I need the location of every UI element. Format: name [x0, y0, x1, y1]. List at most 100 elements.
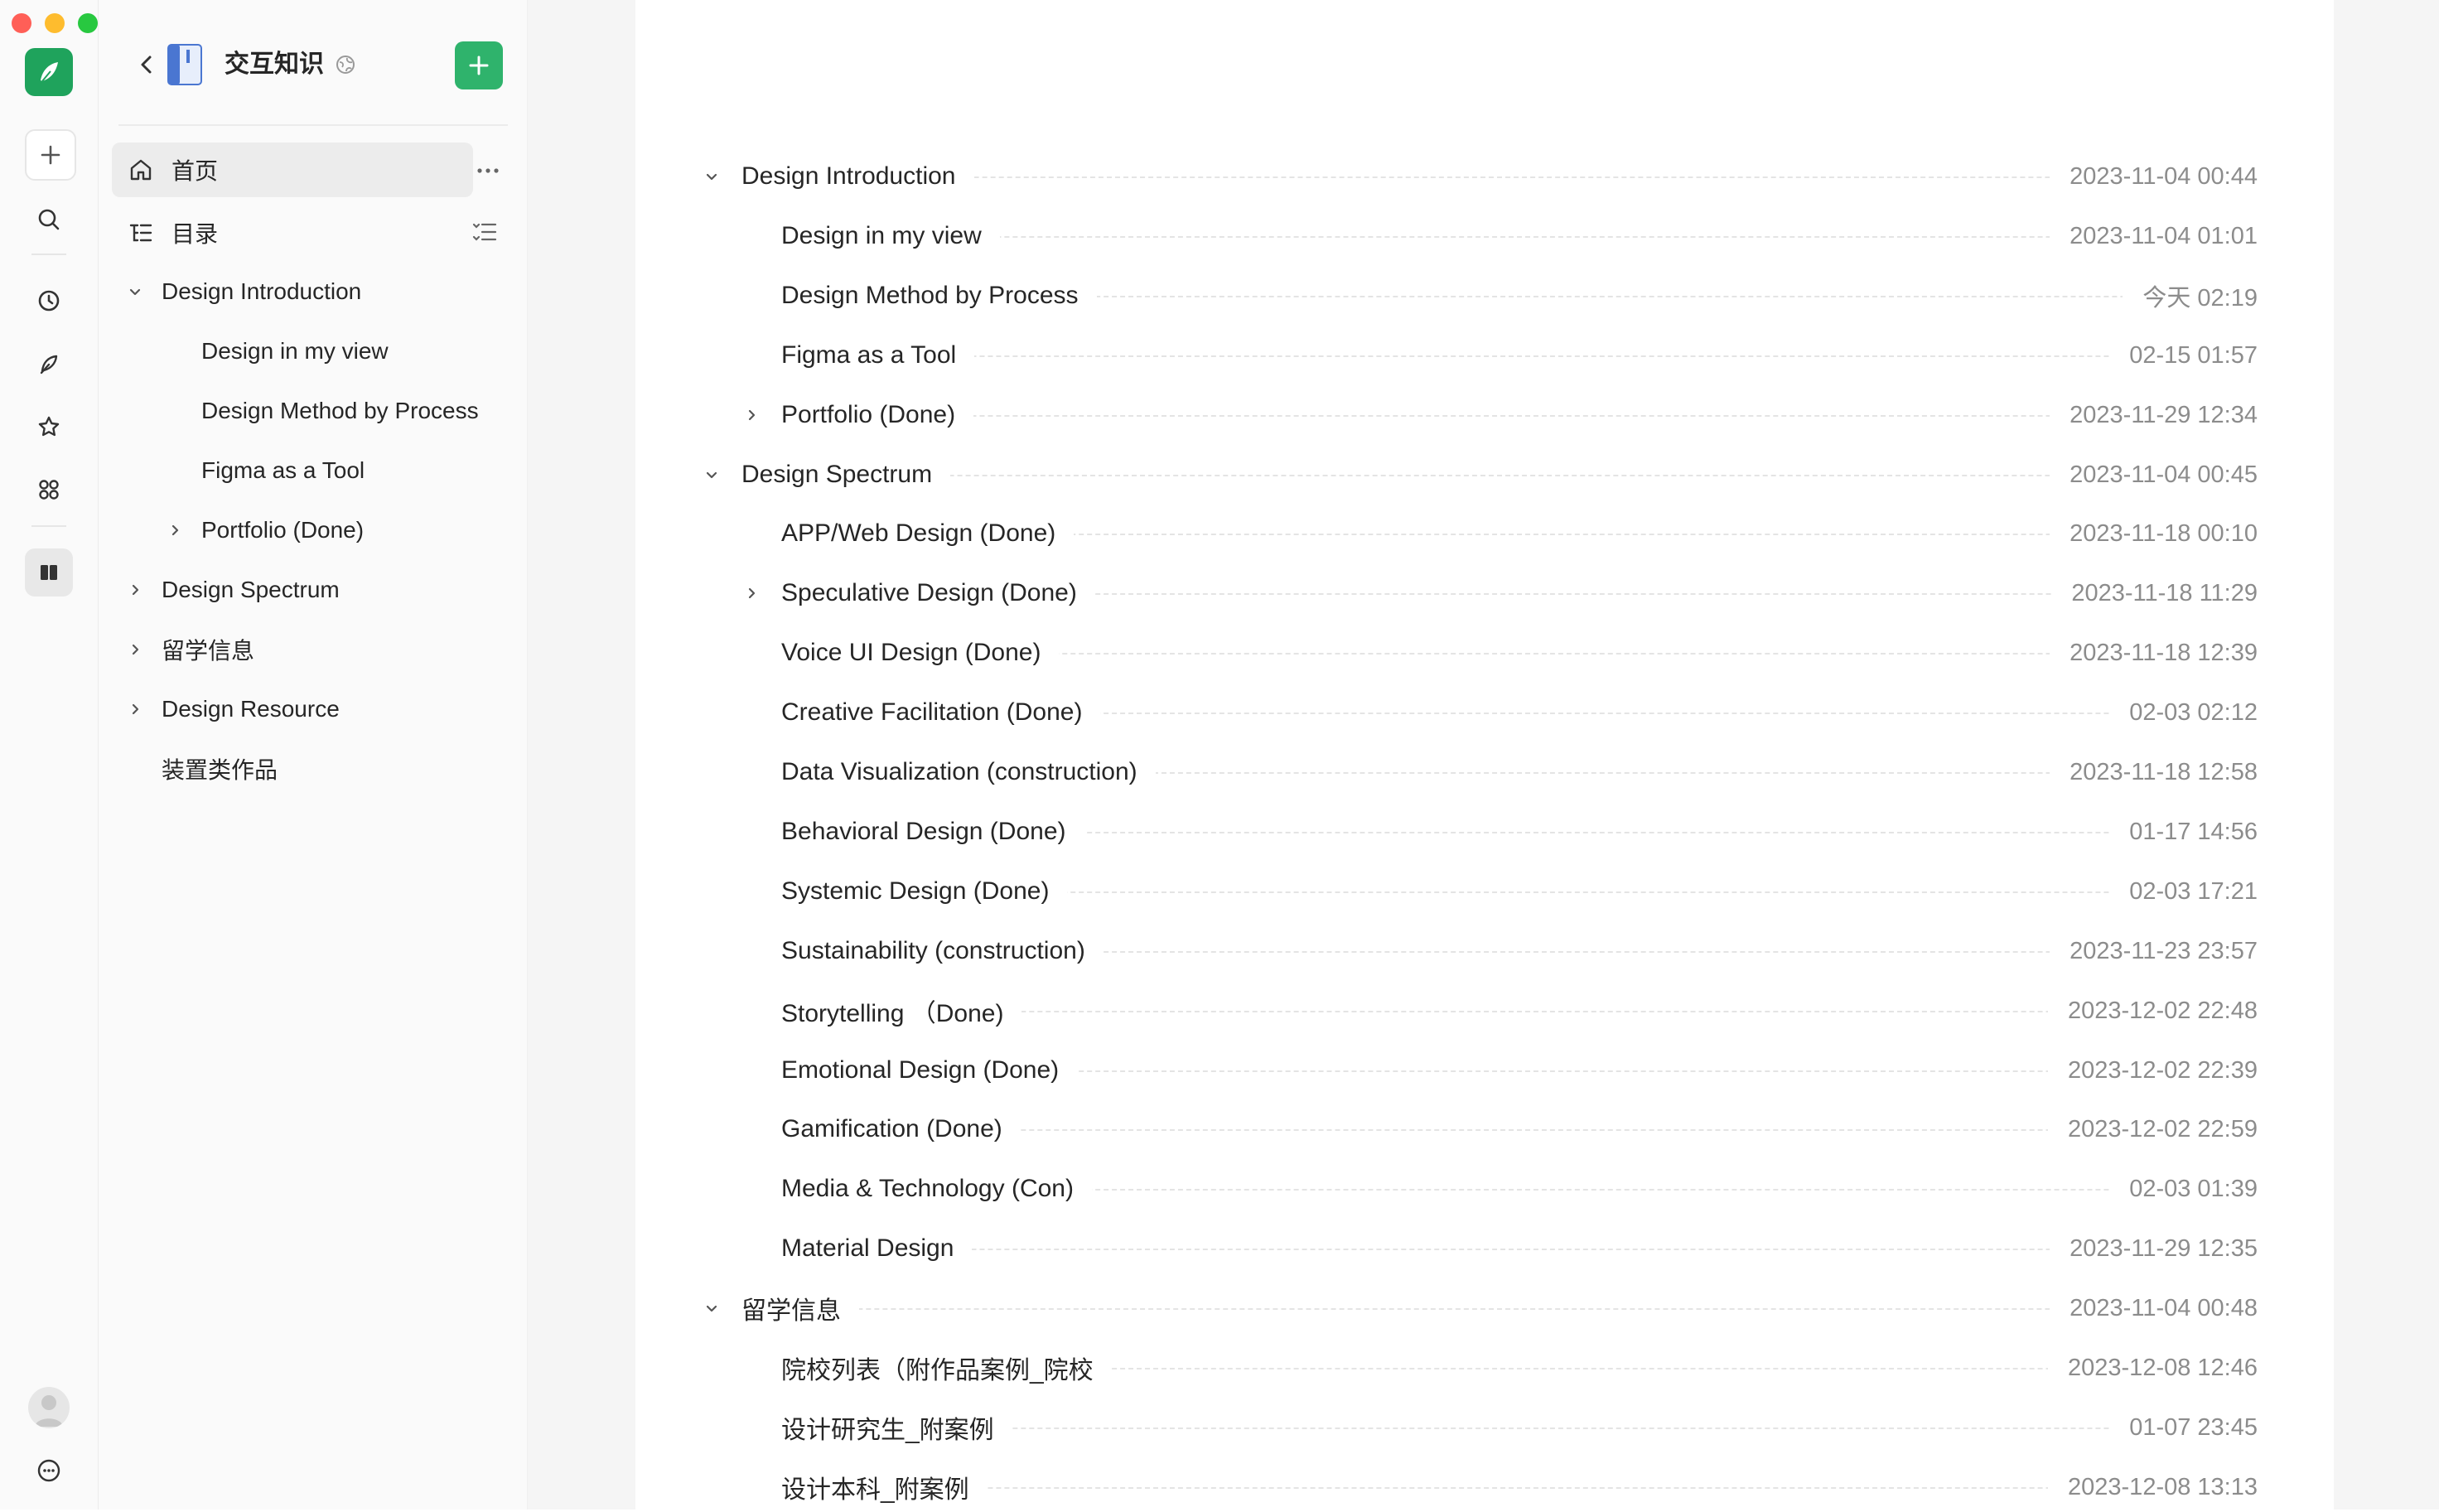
toc-title[interactable]: Figma as a Tool — [781, 341, 975, 370]
toc-title[interactable]: Behavioral Design (Done) — [781, 818, 1084, 846]
tree-item-label: Design Introduction — [162, 278, 362, 304]
toc-title[interactable]: Gamification (Done) — [781, 1115, 1021, 1143]
sidebar-item-home[interactable]: 首页 — [112, 143, 473, 197]
dotted-leader — [741, 475, 2258, 476]
more-horizontal-icon[interactable] — [471, 154, 505, 187]
clock-icon[interactable] — [25, 277, 73, 325]
toc-row[interactable]: Design Introduction 2023-11-04 00:44 — [702, 152, 2258, 201]
window-minimize-button[interactable] — [45, 13, 65, 33]
toc-title[interactable]: Design in my view — [781, 222, 1000, 250]
plus-icon[interactable] — [25, 129, 76, 181]
sidebar-item-toc[interactable]: 目录 — [112, 205, 473, 260]
toc-title[interactable]: 院校列表（附作品案例_院校 — [781, 1350, 1112, 1386]
chevron-right-icon[interactable] — [125, 640, 145, 659]
apps-icon[interactable] — [25, 466, 73, 514]
knowledge-book-icon — [167, 41, 203, 88]
toc-row[interactable]: 留学信息 2023-11-04 00:48 — [702, 1283, 2258, 1333]
toc-title[interactable]: Voice UI Design (Done) — [781, 639, 1060, 667]
chevron-right-icon[interactable] — [125, 699, 145, 719]
toc-row[interactable]: Design Spectrum 2023-11-04 00:45 — [702, 450, 2258, 500]
toc-title[interactable]: Media & Technology (Con) — [781, 1175, 1092, 1203]
toc-title[interactable]: Speculative Design (Done) — [781, 579, 1095, 607]
chevron-down-icon[interactable] — [702, 465, 722, 485]
toc-date: 02-15 01:57 — [2109, 341, 2258, 370]
star-icon[interactable] — [25, 403, 73, 451]
toc-date: 02-03 01:39 — [2109, 1175, 2258, 1203]
toc-row[interactable]: APP/Web Design (Done) 2023-11-18 00:10 — [702, 509, 2258, 558]
tree-item-label: 留学信息 — [162, 638, 255, 664]
toc-row[interactable]: Gamification (Done) 2023-12-02 22:59 — [702, 1104, 2258, 1154]
toc-row[interactable]: Creative Facilitation (Done) 02-03 02:12 — [702, 688, 2258, 737]
rail-divider — [31, 254, 66, 255]
avatar-icon[interactable] — [28, 1387, 70, 1428]
tree-item[interactable]: Design Resource — [99, 684, 513, 734]
toc-date: 01-07 23:45 — [2109, 1413, 2258, 1442]
toc-row[interactable]: 院校列表（附作品案例_院校 2023-12-08 12:46 — [702, 1343, 2258, 1393]
chevron-right-icon[interactable] — [125, 580, 145, 600]
window-close-button[interactable] — [12, 13, 31, 33]
chevron-down-icon[interactable] — [702, 167, 722, 186]
back-chevron-icon[interactable] — [130, 48, 163, 81]
tree-item[interactable]: 留学信息 — [99, 625, 513, 674]
sidebar-item-label: 首页 — [171, 158, 219, 184]
toc-row[interactable]: 设计本科_附案例 2023-12-08 13:13 — [702, 1462, 2258, 1512]
chevron-down-icon[interactable] — [702, 1298, 722, 1318]
window-zoom-button[interactable] — [78, 13, 98, 33]
toc-title[interactable]: Material Design — [781, 1234, 973, 1263]
toc-date: 2023-11-18 00:10 — [2050, 519, 2258, 548]
tree-item[interactable]: Design in my view — [99, 326, 513, 376]
collapse-list-icon[interactable] — [470, 217, 500, 247]
search-icon[interactable] — [25, 196, 73, 244]
more-icon[interactable] — [25, 1447, 73, 1495]
toc-row[interactable]: Figma as a Tool 02-15 01:57 — [702, 331, 2258, 380]
toc-title[interactable]: Creative Facilitation (Done) — [781, 698, 1101, 727]
toc-date: 2023-12-02 22:39 — [2048, 1056, 2258, 1084]
feather-icon[interactable] — [25, 340, 73, 388]
tree-item[interactable]: Portfolio (Done) — [99, 505, 513, 555]
chevron-right-icon[interactable] — [741, 405, 761, 425]
new-doc-button[interactable] — [455, 41, 503, 89]
toc-title[interactable]: Portfolio (Done) — [781, 401, 974, 429]
toc-row[interactable]: Emotional Design (Done) 2023-12-02 22:39 — [702, 1046, 2258, 1095]
toc-title[interactable]: Sustainability (construction) — [781, 937, 1104, 965]
toc-title[interactable]: Systemic Design (Done) — [781, 877, 1068, 906]
toc-row[interactable]: Design in my view 2023-11-04 01:01 — [702, 211, 2258, 261]
knowledge-base-title[interactable]: 交互知识 — [225, 48, 324, 81]
chevron-right-icon[interactable] — [165, 520, 185, 540]
toc-title[interactable]: Design Introduction — [741, 162, 974, 191]
toc-row[interactable]: Behavioral Design (Done) 01-17 14:56 — [702, 807, 2258, 857]
toc-date: 2023-11-04 01:01 — [2050, 222, 2258, 250]
tree-item[interactable]: Figma as a Tool — [99, 446, 513, 495]
tree-item[interactable]: Design Spectrum — [99, 565, 513, 615]
toc-row[interactable]: Data Visualization (construction) 2023-11… — [702, 747, 2258, 797]
chevron-right-icon[interactable] — [741, 583, 761, 603]
tree-item-label: Figma as a Tool — [201, 457, 365, 483]
chevron-down-icon[interactable] — [125, 282, 145, 302]
toc-title[interactable]: 设计研究生_附案例 — [781, 1409, 1012, 1446]
app-logo-icon[interactable] — [25, 48, 73, 96]
toc-row[interactable]: Design Method by Process 今天 02:19 — [702, 271, 2258, 321]
toc-title[interactable]: Design Method by Process — [781, 282, 1097, 310]
toc-title[interactable]: Storytelling （Done) — [781, 993, 1022, 1029]
tree-item[interactable]: Design Introduction — [99, 267, 513, 316]
toc-row[interactable]: Storytelling （Done) 2023-12-02 22:48 — [702, 986, 2258, 1036]
tree-item[interactable]: Design Method by Process — [99, 386, 513, 436]
toc-title[interactable]: Emotional Design (Done) — [781, 1056, 1078, 1084]
toc-row[interactable]: Sustainability (construction) 2023-11-23 … — [702, 926, 2258, 976]
toc-title[interactable]: 设计本科_附案例 — [781, 1469, 988, 1505]
document-page: Design Introduction 2023-11-04 00:44 Desig… — [635, 0, 2334, 1510]
toc-row[interactable]: 设计研究生_附案例 01-07 23:45 — [702, 1403, 2258, 1452]
toc-row[interactable]: Systemic Design (Done) 02-03 17:21 — [702, 867, 2258, 916]
toc-title[interactable]: APP/Web Design (Done) — [781, 519, 1075, 548]
toc-title[interactable]: 留学信息 — [741, 1290, 859, 1326]
toc-title[interactable]: Design Spectrum — [741, 461, 951, 489]
toc-row[interactable]: Material Design 2023-11-29 12:35 — [702, 1224, 2258, 1273]
book-icon[interactable] — [25, 548, 73, 597]
toc-row[interactable]: Speculative Design (Done) 2023-11-18 11:2… — [702, 568, 2258, 618]
toc-row[interactable]: Media & Technology (Con) 02-03 01:39 — [702, 1164, 2258, 1214]
toc-row[interactable]: Portfolio (Done) 2023-11-29 12:34 — [702, 390, 2258, 440]
tree-item[interactable]: 装置类作品 — [99, 744, 513, 794]
toc-row[interactable]: Voice UI Design (Done) 2023-11-18 12:39 — [702, 628, 2258, 678]
toc-title[interactable]: Data Visualization (construction) — [781, 758, 1156, 786]
plus-icon — [469, 56, 489, 75]
